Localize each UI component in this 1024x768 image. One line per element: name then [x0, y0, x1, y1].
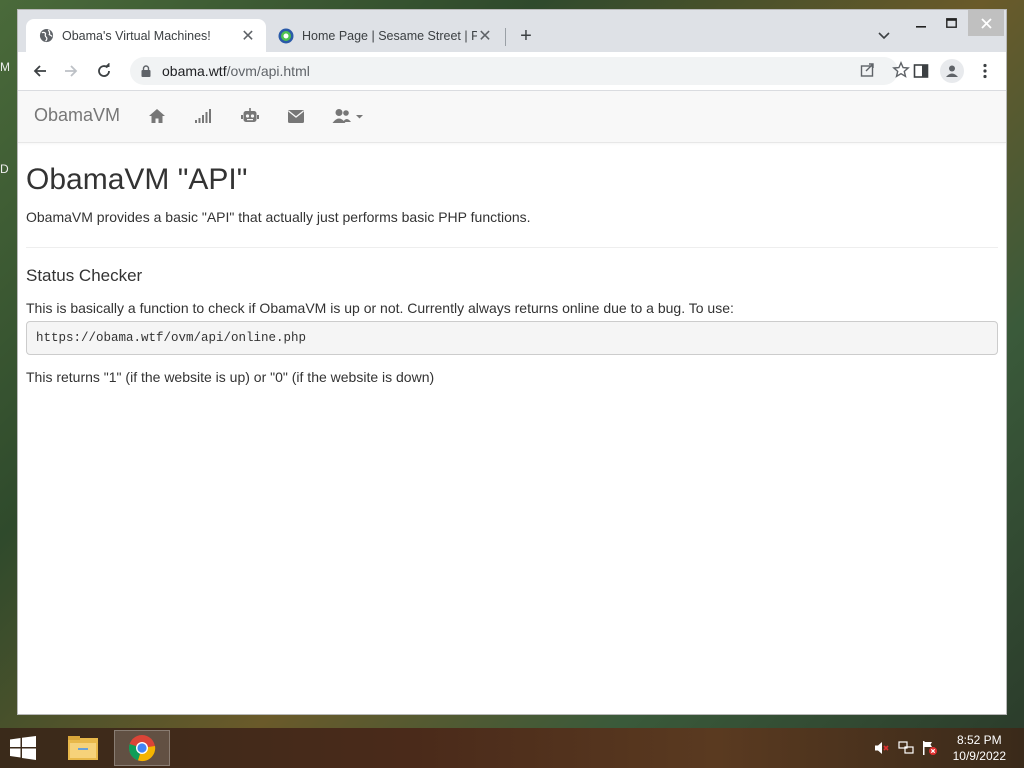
taskbar: 8:52 PM 10/9/2022 — [0, 728, 1024, 768]
tab-title: Obama's Virtual Machines! — [62, 28, 211, 43]
tab-search-chevron-icon[interactable] — [874, 26, 894, 46]
code-block: https://obama.wtf/ovm/api/online.php — [26, 321, 998, 355]
address-bar[interactable]: obama.wtf/ovm/api.html — [130, 57, 910, 85]
tab-strip: Obama's Virtual Machines! ✕ Home Page | … — [18, 10, 1006, 52]
envelope-icon[interactable] — [288, 106, 304, 126]
url-host: obama.wtf — [162, 63, 227, 79]
globe-icon — [38, 28, 54, 44]
back-icon[interactable] — [28, 59, 52, 83]
page-content: ObamaVM "API" ObamaVM provides a basic "… — [18, 163, 1006, 387]
tab-obama-vm[interactable]: Obama's Virtual Machines! ✕ — [26, 19, 266, 52]
desktop-edge-label-2: D — [0, 162, 9, 176]
url-path: /ovm/api.html — [226, 63, 310, 79]
result-description: This returns "1" (if the website is up) … — [26, 369, 435, 385]
browser-menu-icon[interactable] — [973, 59, 997, 83]
minimize-icon[interactable] — [908, 10, 934, 36]
desktop-edge-label-1: M — [0, 60, 10, 74]
robot-icon[interactable] — [241, 106, 259, 126]
close-tab-icon[interactable]: ✕ — [240, 28, 256, 45]
volume-muted-icon[interactable] — [874, 738, 890, 758]
clock-date: 10/9/2022 — [952, 749, 1006, 763]
pbs-kids-icon — [278, 28, 294, 44]
home-icon[interactable] — [148, 106, 166, 126]
signal-icon[interactable] — [195, 106, 212, 126]
new-tab-icon[interactable]: + — [514, 24, 538, 48]
share-icon[interactable] — [860, 62, 876, 83]
clock-time: 8:52 PM — [956, 733, 1002, 747]
section-description: This is basically a function to check if… — [26, 300, 734, 316]
action-center-flag-icon[interactable] — [922, 738, 938, 758]
close-window-icon[interactable] — [968, 10, 1004, 36]
chrome-icon[interactable] — [114, 730, 170, 766]
site-brand[interactable]: ObamaVM — [34, 105, 120, 126]
system-clock[interactable]: 8:52 PM 10/9/2022 — [953, 732, 1006, 764]
close-tab-icon[interactable]: ✕ — [477, 28, 493, 45]
lock-icon[interactable] — [138, 63, 154, 79]
reload-icon[interactable] — [92, 59, 116, 83]
site-navbar: ObamaVM — [18, 91, 1006, 143]
file-explorer-icon[interactable] — [55, 730, 111, 766]
network-icon[interactable] — [898, 738, 914, 758]
maximize-icon[interactable] — [938, 10, 964, 36]
browser-window: Obama's Virtual Machines! ✕ Home Page | … — [17, 9, 1007, 715]
profile-avatar-icon[interactable] — [940, 59, 964, 83]
side-panel-icon[interactable] — [909, 59, 933, 83]
windows-start-icon[interactable] — [8, 736, 38, 760]
url-text: obama.wtf/ovm/api.html — [162, 63, 310, 79]
forward-icon[interactable] — [59, 59, 83, 83]
users-dropdown-icon[interactable] — [332, 106, 364, 126]
divider — [26, 247, 998, 248]
browser-toolbar: obama.wtf/ovm/api.html — [18, 52, 1006, 91]
page-title: ObamaVM "API" — [26, 163, 248, 196]
tab-separator — [505, 28, 506, 46]
tab-sesame-street[interactable]: Home Page | Sesame Street | PBS ✕ — [268, 19, 503, 52]
section-title: Status Checker — [26, 266, 143, 285]
tab-title: Home Page | Sesame Street | PBS — [302, 28, 477, 43]
page-intro: ObamaVM provides a basic "API" that actu… — [26, 209, 531, 225]
bookmark-star-icon[interactable] — [892, 61, 910, 84]
